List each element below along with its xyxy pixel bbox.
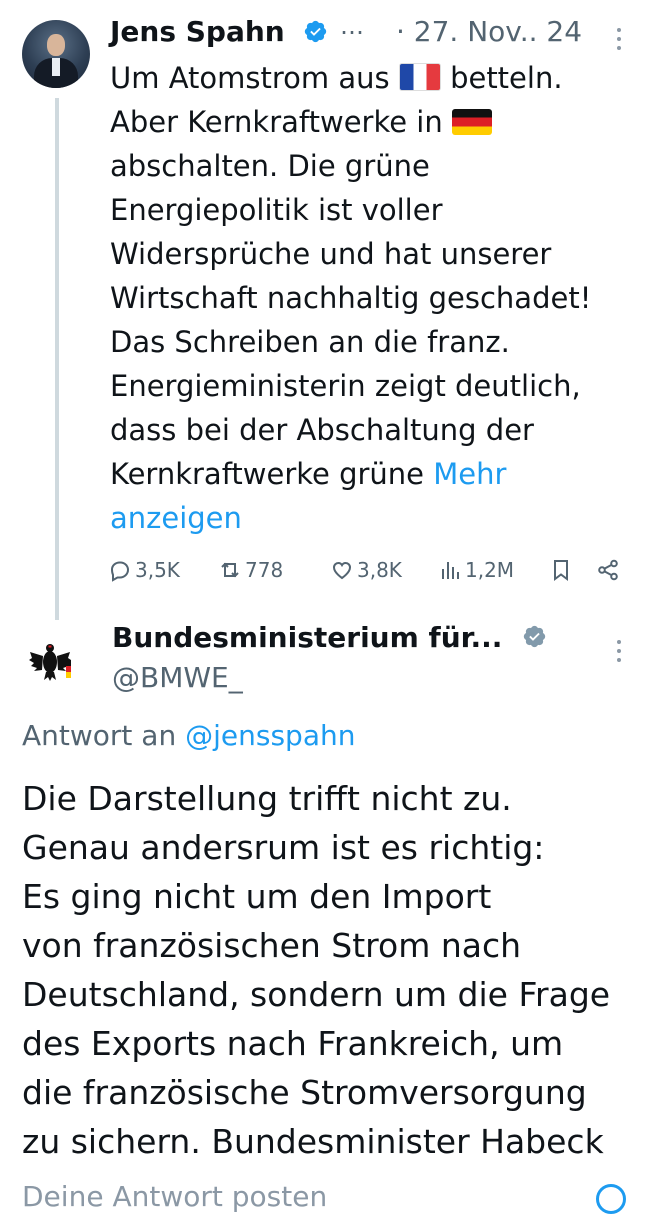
share-button[interactable] — [596, 558, 620, 582]
reply-count: 3,5K — [135, 558, 180, 582]
tweet-text: Die Darstellung trifft nicht zu. Genau a… — [22, 774, 642, 1166]
reply-icon — [110, 561, 130, 582]
repost-button[interactable]: 778 — [218, 558, 283, 582]
tweet-line: Wirtschaft nachhaltig geschadet! — [110, 281, 592, 315]
ministry-avatar[interactable] — [22, 632, 86, 696]
show-more-link-continued[interactable]: anzeigen — [110, 496, 630, 540]
bookmark-icon — [554, 560, 568, 581]
like-button[interactable]: 3,8K — [330, 558, 402, 582]
tweet-line: zu sichern. Bundesminister Habeck — [22, 1122, 604, 1161]
heart-icon — [332, 561, 352, 580]
tweet-line: die französische Stromversorgung — [22, 1073, 587, 1112]
tweet-line: Kernkraftwerke grüne Mehr — [110, 457, 507, 491]
composer-avatar-icon — [596, 1184, 626, 1214]
tweet-line: Widersprüche und hat unserer — [110, 237, 552, 271]
views-icon — [442, 562, 459, 579]
federal-eagle-icon — [29, 644, 71, 681]
tweet-line: abschalten. Die grüne — [110, 149, 430, 183]
tweet-line: Deutschland, sondern um die Frage — [22, 975, 611, 1014]
tweet-line: Genau andersrum ist es richtig: — [22, 828, 545, 867]
tweet-line: dass bei der Abschaltung der — [110, 413, 534, 447]
tweet-text: Um Atomstrom aus betteln. Aber Kernkraft… — [110, 56, 630, 540]
tweet-line: Das Schreiben an die franz. — [110, 325, 510, 359]
avatar-face — [47, 34, 65, 56]
more-options-icon[interactable] — [616, 640, 622, 667]
tweet-line: Es ging nicht um den Import — [22, 877, 492, 916]
author-name[interactable]: Bundesministerium für... — [112, 620, 502, 656]
germany-flag-icon — [451, 109, 492, 135]
author-handle[interactable]: @BMWE_ — [112, 660, 243, 696]
views-button[interactable]: 1,2M — [438, 558, 514, 582]
reply-to-handle-link[interactable]: @jensspahn — [185, 719, 355, 752]
share-icon — [598, 559, 618, 581]
tweet-line: des Exports nach Frankreich, um — [22, 1024, 564, 1063]
repost-count: 778 — [245, 558, 284, 582]
like-count: 3,8K — [357, 558, 402, 582]
tweet-line: von französischen Strom nach — [22, 926, 522, 965]
tweet-timestamp[interactable]: · 27. Nov.. 24 — [396, 14, 582, 50]
tweet-action-bar: 3,5K 778 3,8K 1,2M — [108, 558, 628, 590]
thread-connector-line — [55, 98, 59, 620]
tweet-line: Energieministerin zeigt deutlich, — [110, 369, 581, 403]
reply-composer-input[interactable]: Deine Antwort posten — [22, 1180, 327, 1213]
verified-gray-badge-icon — [523, 625, 546, 648]
france-flag-icon — [398, 63, 441, 91]
views-count: 1,2M — [465, 558, 515, 582]
tweet-line: Die Darstellung trifft nicht zu. — [22, 779, 512, 818]
author-avatar[interactable] — [22, 20, 90, 88]
reply-button[interactable]: 3,5K — [108, 558, 180, 582]
bookmark-button[interactable] — [549, 558, 573, 582]
author-name[interactable]: Jens Spahn — [110, 14, 285, 50]
reply-to-line: Antwort an @jensspahn — [22, 719, 356, 752]
repost-icon — [221, 562, 239, 578]
tweet-line: Aber Kernkraftwerke in — [110, 100, 630, 144]
name-truncation: … — [340, 12, 364, 40]
tweet-line: Energiepolitik ist voller — [110, 193, 443, 227]
tweet-line: Um Atomstrom aus betteln. — [110, 61, 563, 95]
show-more-link[interactable]: Mehr — [433, 457, 506, 491]
avatar-shirt — [52, 58, 60, 76]
verified-badge-icon — [304, 20, 327, 43]
more-options-icon[interactable] — [616, 28, 622, 55]
